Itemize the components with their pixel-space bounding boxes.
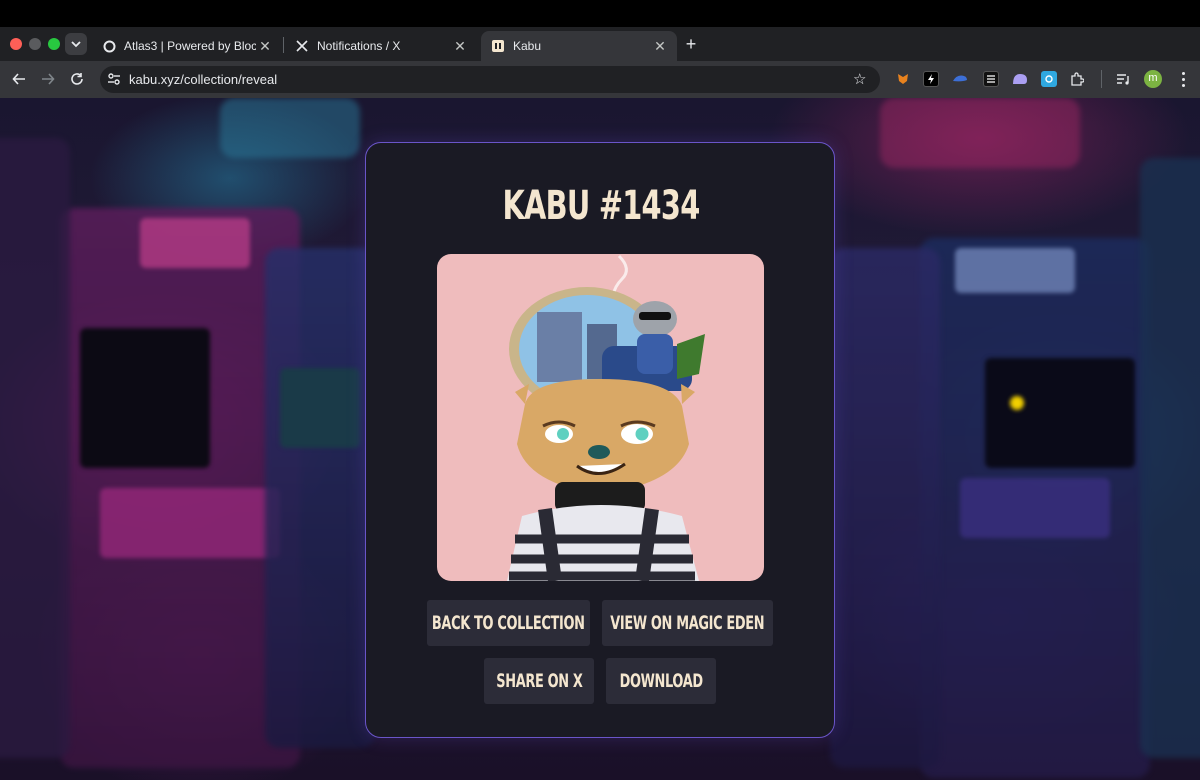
close-tab-icon[interactable]: ✕ <box>451 38 469 55</box>
tab-atlas3[interactable]: Atlas3 | Powered by Blocksmith Labs ✕ <box>92 31 282 61</box>
reading-list-icon[interactable] <box>1115 71 1131 87</box>
site-settings-icon[interactable] <box>106 71 122 87</box>
arcade-control-panel <box>960 478 1110 538</box>
kabu-bear-illustration-icon <box>507 254 705 581</box>
maximize-window-button[interactable] <box>48 38 60 50</box>
arcade-screen <box>280 368 360 448</box>
toolbar-divider <box>1101 70 1102 88</box>
atlas3-favicon-icon <box>102 39 116 53</box>
close-window-button[interactable] <box>10 38 22 50</box>
tab-search-button[interactable] <box>65 33 87 55</box>
back-to-collection-button[interactable]: BACK TO COLLECTION <box>427 600 590 646</box>
back-button[interactable] <box>8 68 30 90</box>
arcade-marquee <box>140 218 250 268</box>
chevron-down-icon <box>71 41 81 48</box>
new-tab-button[interactable]: + <box>680 34 702 56</box>
arrow-left-icon <box>12 73 25 85</box>
arcade-sign <box>220 98 360 158</box>
arrow-right-icon <box>42 73 55 85</box>
screen-top-bar <box>0 0 1200 27</box>
x-logo-icon <box>295 39 309 53</box>
metamask-extension-icon[interactable] <box>895 71 911 87</box>
bird-extension-icon[interactable] <box>952 71 968 87</box>
tab-title: Notifications / X <box>317 39 401 53</box>
swirl-extension-icon[interactable] <box>1041 71 1057 87</box>
close-tab-icon[interactable]: ✕ <box>651 38 669 55</box>
arcade-cabinet-mid-right <box>830 248 940 768</box>
download-button[interactable]: DOWNLOAD <box>606 658 716 704</box>
view-on-magic-eden-button[interactable]: VIEW ON MAGIC EDEN <box>602 600 773 646</box>
reload-button[interactable] <box>66 68 88 90</box>
page-title: KABU #1434 <box>502 183 700 229</box>
arcade-marquee <box>955 248 1075 293</box>
tab-title: Atlas3 | Powered by Blocksmith Labs <box>124 39 256 53</box>
arcade-screen <box>80 328 210 468</box>
tab-title: Kabu <box>513 39 542 53</box>
nft-artwork <box>437 254 764 581</box>
profile-avatar[interactable]: m <box>1144 70 1162 88</box>
share-on-x-button[interactable]: SHARE ON X <box>484 658 594 704</box>
tab-kabu[interactable]: Kabu ✕ <box>481 31 677 61</box>
url-text[interactable]: kabu.xyz/collection/reveal <box>129 72 277 87</box>
bookmark-star-icon[interactable]: ☆ <box>853 70 866 88</box>
pacman-icon <box>1010 396 1024 410</box>
sliders-extension-icon[interactable] <box>983 71 999 87</box>
phantom-extension-icon[interactable] <box>1012 71 1028 87</box>
browser-menu-icon[interactable] <box>1178 68 1188 90</box>
minimize-window-button[interactable] <box>29 38 41 50</box>
bolt-extension-icon[interactable] <box>923 71 939 87</box>
reload-icon <box>71 73 83 85</box>
arcade-cabinet-edge <box>0 138 70 758</box>
arcade-cabinet-edge <box>1140 158 1200 758</box>
close-tab-icon[interactable]: ✕ <box>256 38 274 55</box>
arcade-control-panel <box>100 488 280 558</box>
reveal-card: KABU #1434 BACK TO COLLECTION VIEW ON MA… <box>365 142 835 738</box>
arcade-sign <box>880 98 1080 168</box>
tab-notifications-x[interactable]: Notifications / X ✕ <box>285 31 477 61</box>
puzzle-extensions-icon[interactable] <box>1069 71 1085 87</box>
kabu-favicon-icon <box>491 39 505 53</box>
arcade-cabinet-mid-left <box>265 248 375 748</box>
arcade-screen <box>985 358 1135 468</box>
forward-button[interactable] <box>37 68 59 90</box>
tab-divider <box>283 37 284 53</box>
